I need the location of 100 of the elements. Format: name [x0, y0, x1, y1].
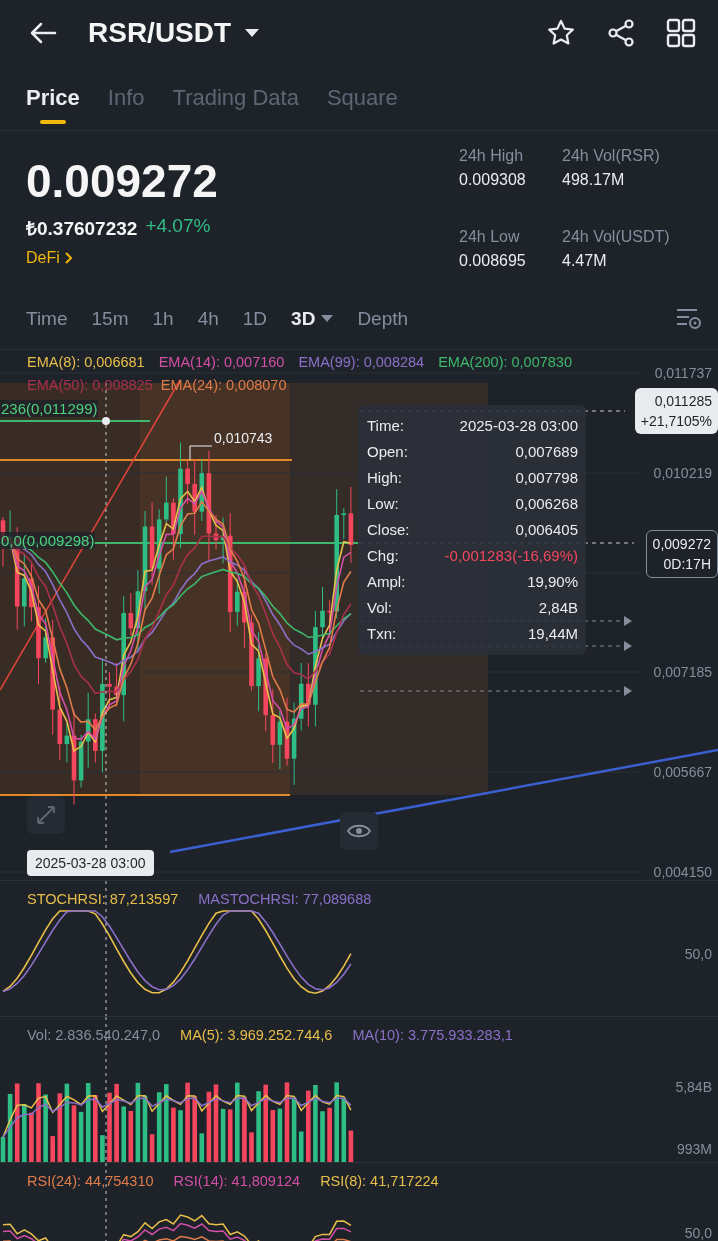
indicator-legend: Vol: 2.836.540.247,0 [27, 1027, 161, 1043]
volume-bar [256, 1091, 261, 1162]
price-tag: 0,009272 0D:17H [645, 530, 718, 578]
ema-legend: EMA(8): 0,006681 [27, 354, 145, 370]
indicator-axis-label: 993M [676, 1141, 712, 1157]
candle [306, 662, 311, 727]
indicator-legend: RSI(14): 41,809124 [173, 1173, 301, 1189]
tooltip-label: Vol: [367, 598, 393, 618]
volume-bar [22, 1104, 27, 1162]
category-link[interactable]: DeFi [26, 249, 74, 267]
tooltip-value: 0,006405 [515, 520, 578, 540]
tooltip-label: Chg: [367, 546, 399, 566]
candle [327, 599, 332, 639]
indicator-legend: MA(5): 3.969.252.744,6 [180, 1027, 333, 1043]
price-axis-label: 0,010219 [653, 464, 712, 481]
tab[interactable]: Price [26, 74, 80, 121]
leader-line [189, 445, 213, 461]
pair-title[interactable]: RSR/USDT [88, 16, 232, 49]
tooltip-label: Low: [367, 494, 399, 514]
volume-bar [171, 1107, 176, 1162]
indicator-axis-label: 50,0 [684, 946, 712, 962]
grid-icon[interactable] [666, 17, 696, 48]
tab[interactable]: Square [326, 74, 398, 121]
star-icon[interactable] [546, 17, 576, 48]
candle [43, 617, 48, 664]
price-axis-label: 0,011737 [654, 365, 712, 381]
chevron-icon [63, 251, 74, 265]
interval-tab[interactable]: 3D [291, 308, 334, 330]
stat-label: 24h High [459, 147, 525, 165]
stat-value: 4.47M [562, 252, 608, 270]
stat-value: 0.009308 [459, 171, 527, 189]
tooltip-value: -0,001283(-16,69%) [444, 546, 578, 566]
price-axis-label: 0,007185 [653, 664, 712, 681]
tooltip-label: Open: [367, 442, 408, 462]
interval-tab[interactable]: Depth [357, 308, 409, 330]
stat-value: 0.008695 [459, 252, 527, 270]
visibility-button[interactable] [340, 812, 378, 850]
candle [164, 476, 169, 525]
interval-tab[interactable]: 15m [91, 308, 129, 330]
interval-tab[interactable]: 1h [152, 308, 174, 330]
volume-bar [50, 1136, 55, 1162]
fibonacci-label: 236(0,011299) [0, 400, 99, 417]
fiat-price: ₺0.37607232 [26, 217, 138, 241]
indicator-legend: RSI(8): 41,717224 [320, 1173, 439, 1189]
tooltip-value: 2025-03-28 03:00 [459, 416, 578, 436]
ema-legend: EMA(50): 0,008825 [27, 377, 153, 393]
caret-icon [321, 315, 334, 323]
candle [107, 671, 112, 709]
crosshair-point [102, 417, 110, 425]
tooltip-value: 19,90% [527, 572, 578, 592]
interval-tab[interactable]: Time [26, 308, 68, 330]
volume-bar [121, 1106, 126, 1162]
indicator-legend: MA(10): 3.775.933.283,1 [352, 1027, 513, 1043]
eye-icon [347, 823, 371, 839]
tooltip-value: 0,007798 [515, 468, 578, 488]
indicator-axis-label: 5,84B [675, 1079, 712, 1095]
interval-tab[interactable]: 4h [197, 308, 219, 330]
tooltip-value: 0,006268 [515, 494, 578, 514]
high-price-marker: 0,010743 [214, 430, 273, 446]
volume-bar [93, 1095, 98, 1162]
ema-legend: EMA(200): 0,007830 [438, 354, 572, 370]
price-axis-label: 0,004150 [653, 864, 712, 880]
price-change: +4.07% [145, 215, 211, 238]
tab[interactable]: Trading Data [172, 74, 299, 121]
volume-bar [327, 1107, 332, 1162]
tooltip-value: 2,84B [538, 598, 578, 618]
tooltip-label: Txn: [367, 624, 397, 644]
last-price: 0.009272 [26, 154, 219, 209]
tooltip-label: High: [367, 468, 403, 488]
tooltip-label: Close: [367, 520, 410, 540]
indicator-legend: MASTOCHRSI: 77,089688 [198, 891, 372, 907]
volume-bar [242, 1096, 247, 1162]
price-tag: 0,011285 +21,7105% [634, 388, 718, 434]
indicator-legend: RSI(24): 44,754310 [27, 1173, 154, 1189]
crosshair-time-label: 2025-03-28 03:00 [27, 850, 154, 876]
tab[interactable]: Info [107, 74, 145, 121]
expand-button[interactable] [27, 796, 65, 834]
tooltip-label: Time: [367, 416, 404, 436]
volume-bar [29, 1112, 34, 1162]
candle [235, 577, 240, 627]
indicator-axis-label: 50,0 [684, 1225, 712, 1241]
price-axis-label: 0,005667 [653, 764, 712, 781]
volume-bar [192, 1096, 197, 1162]
ema-legend: EMA(14): 0,007160 [158, 354, 285, 370]
indicator-legend: STOCHRSI: 87,213597 [27, 891, 179, 907]
tooltip-value: 19,44M [527, 624, 578, 644]
stat-label: 24h Vol(USDT) [562, 228, 671, 246]
volume-bar [178, 1110, 183, 1162]
share-icon[interactable] [606, 17, 636, 48]
candle [171, 497, 176, 561]
volume-bar [249, 1132, 254, 1162]
volume-bar [306, 1090, 311, 1162]
volume-bar [100, 1135, 105, 1162]
volume-bar [320, 1111, 325, 1162]
candle [185, 460, 190, 505]
tooltip-label: Ampl: [367, 572, 406, 592]
candle [320, 586, 325, 640]
tooltip-value: 0,007689 [515, 442, 578, 462]
interval-tab[interactable]: 1D [242, 308, 268, 330]
stat-label: 24h Low [459, 228, 521, 246]
